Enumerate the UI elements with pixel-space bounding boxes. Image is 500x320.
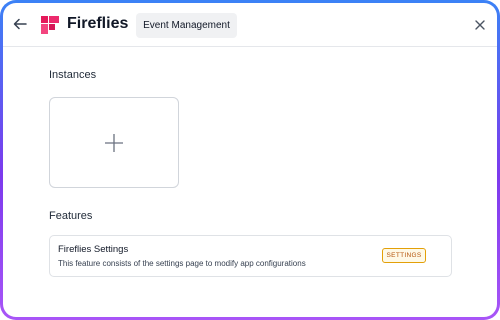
window-frame: Fireflies Event Management Instances Fea… <box>0 0 500 320</box>
app-window: Fireflies Event Management Instances Fea… <box>3 3 497 317</box>
add-instance-button[interactable] <box>49 97 179 188</box>
settings-badge[interactable]: SETTINGS <box>382 248 426 263</box>
app-name: Fireflies <box>67 15 129 32</box>
back-arrow-icon[interactable] <box>12 16 28 32</box>
header-bar: Fireflies Event Management <box>3 3 497 47</box>
features-title: Features <box>49 210 93 222</box>
feature-name: Fireflies Settings <box>58 244 129 255</box>
fireflies-logo <box>39 14 61 36</box>
instances-title: Instances <box>49 69 97 81</box>
feature-description: This feature consists of the settings pa… <box>58 259 306 268</box>
tab-event-management[interactable]: Event Management <box>136 13 237 38</box>
plus-icon <box>105 133 123 152</box>
feature-card-fireflies-settings[interactable]: Fireflies Settings This feature consists… <box>49 235 452 277</box>
close-icon[interactable] <box>473 18 487 32</box>
